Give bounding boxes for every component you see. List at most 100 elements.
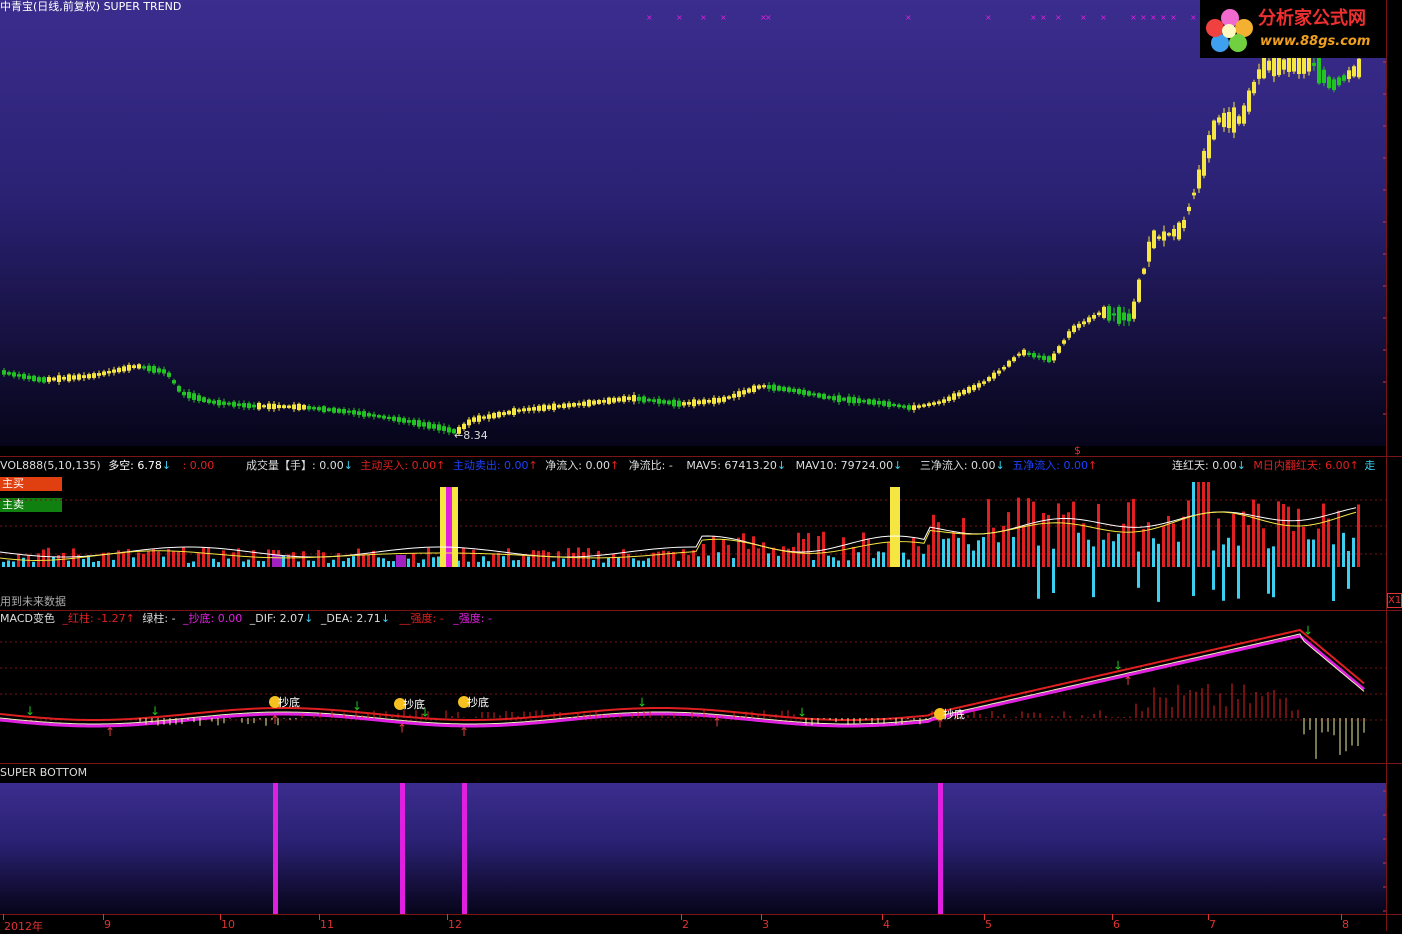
volume-bar bbox=[207, 547, 210, 567]
volume-bar bbox=[462, 547, 465, 567]
volume-bar bbox=[597, 550, 600, 567]
volume-bar bbox=[222, 550, 225, 567]
volume-bar bbox=[167, 549, 170, 567]
candle bbox=[587, 399, 591, 407]
candle bbox=[447, 427, 451, 433]
candle bbox=[922, 404, 926, 407]
volume-bar-neg bbox=[1347, 567, 1350, 589]
volume-bar bbox=[552, 561, 555, 567]
date-label: 2 bbox=[682, 918, 689, 931]
future-data-note: 用到未来数据 bbox=[0, 595, 66, 608]
date-tick bbox=[984, 914, 985, 920]
volume-bar bbox=[1222, 544, 1225, 567]
volume-bar bbox=[132, 557, 135, 567]
candle bbox=[562, 403, 566, 409]
volume-bar bbox=[292, 552, 295, 567]
volume-bar-neg bbox=[1052, 567, 1055, 593]
candle bbox=[1202, 150, 1206, 176]
volume-bar-neg bbox=[1137, 567, 1140, 588]
x-marker: × bbox=[1040, 13, 1047, 22]
volume-bar bbox=[407, 558, 410, 567]
candle bbox=[487, 414, 491, 419]
volume-bar-neg bbox=[1157, 567, 1160, 602]
highlight-bar bbox=[452, 487, 458, 567]
main-chart-title: 中青宝(日线,前复权) SUPER TREND bbox=[0, 0, 182, 13]
volume-bar bbox=[522, 554, 525, 567]
candle bbox=[727, 396, 731, 399]
volume-bar bbox=[1192, 482, 1195, 567]
candle bbox=[82, 375, 86, 379]
candle bbox=[262, 405, 266, 408]
volume-bar bbox=[1202, 482, 1205, 567]
chaodi-tag: 抄底 bbox=[278, 695, 300, 709]
candle bbox=[117, 367, 121, 373]
date-tick bbox=[103, 914, 104, 920]
volume-bar bbox=[837, 560, 840, 567]
volume-bar bbox=[42, 549, 45, 567]
bottom-chart-pane[interactable] bbox=[0, 783, 1386, 914]
volume-bar bbox=[1157, 543, 1160, 567]
candle bbox=[247, 403, 251, 409]
date-label: 5 bbox=[985, 918, 992, 931]
volume-bar bbox=[707, 555, 710, 567]
candle bbox=[167, 372, 171, 377]
candle bbox=[467, 419, 471, 426]
volume-bar bbox=[617, 557, 620, 567]
up-arrow-icon: ↑ bbox=[397, 721, 407, 735]
candle bbox=[1327, 76, 1331, 88]
candle bbox=[1282, 59, 1286, 70]
candle bbox=[982, 381, 986, 384]
candle bbox=[912, 405, 916, 410]
candle bbox=[932, 402, 936, 405]
candle bbox=[1077, 323, 1081, 328]
candle bbox=[1142, 268, 1146, 274]
candle bbox=[852, 397, 856, 404]
volume-bar bbox=[1217, 518, 1220, 567]
down-arrow-icon: ↓ bbox=[1303, 624, 1313, 638]
candle bbox=[842, 397, 846, 401]
candle bbox=[892, 403, 896, 407]
main-chart-pane[interactable]: ×××××××××××××××××××× bbox=[0, 0, 1386, 446]
date-label: 7 bbox=[1209, 918, 1216, 931]
candle bbox=[937, 401, 941, 404]
candle bbox=[542, 404, 546, 411]
candle bbox=[432, 424, 436, 429]
candle bbox=[127, 364, 131, 371]
candle bbox=[1252, 81, 1256, 94]
candle bbox=[517, 409, 521, 412]
candle bbox=[967, 386, 971, 393]
candle bbox=[207, 399, 211, 403]
candle bbox=[47, 377, 51, 382]
volume-bar bbox=[302, 551, 305, 567]
volume-bar bbox=[747, 548, 750, 567]
candle bbox=[607, 397, 611, 404]
candle bbox=[962, 389, 966, 395]
candle bbox=[707, 399, 711, 403]
divider bbox=[0, 456, 1402, 457]
logo-url[interactable]: www.88gs.com bbox=[1260, 35, 1370, 48]
candle bbox=[602, 400, 606, 403]
candle bbox=[802, 389, 806, 395]
volume-bar bbox=[887, 542, 890, 567]
candle bbox=[17, 374, 21, 377]
volume-bar bbox=[517, 560, 520, 567]
candle bbox=[392, 416, 396, 421]
candle bbox=[702, 399, 706, 405]
site-logo: 分析家公式网 www.88gs.com bbox=[1200, 0, 1402, 58]
candle bbox=[322, 406, 326, 413]
candle bbox=[332, 407, 336, 413]
candle bbox=[882, 400, 886, 406]
volume-bar bbox=[1012, 536, 1015, 567]
candle bbox=[927, 403, 931, 406]
volume-bar bbox=[62, 552, 65, 567]
candle bbox=[977, 383, 981, 388]
x-marker: × bbox=[1140, 13, 1147, 22]
volume-bar-neg bbox=[1237, 567, 1240, 599]
volume-bar bbox=[437, 556, 440, 567]
candle bbox=[287, 405, 291, 408]
volume-bar bbox=[752, 536, 755, 567]
candle bbox=[352, 410, 356, 415]
divider bbox=[0, 610, 1402, 611]
volume-bar bbox=[97, 561, 100, 567]
candle bbox=[277, 404, 281, 409]
